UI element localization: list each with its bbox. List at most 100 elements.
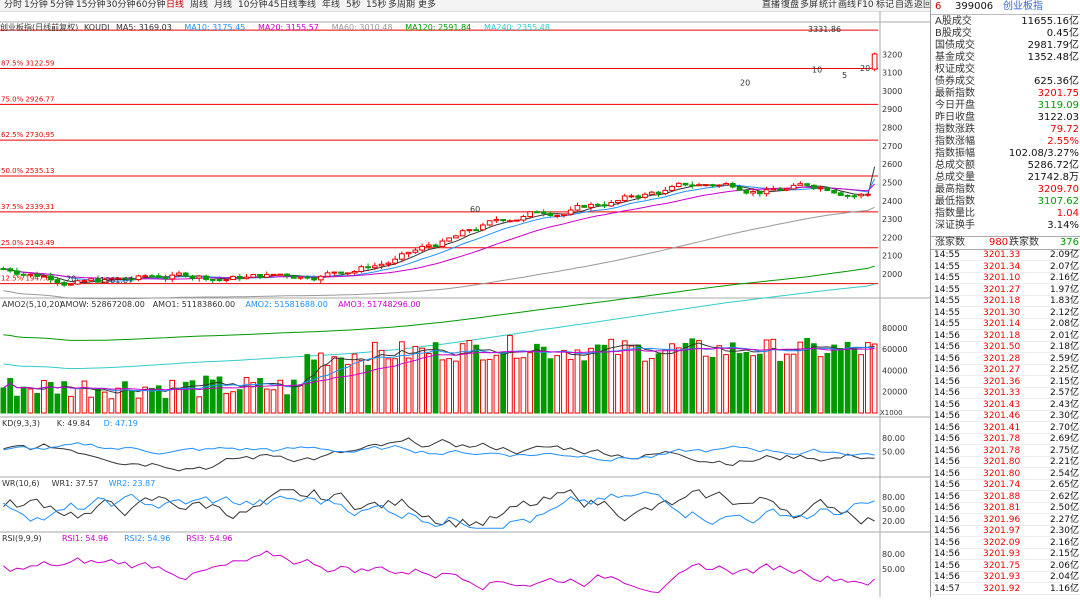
volume-bar [439,359,446,414]
candle-body [561,213,567,216]
stat-value: 79.72 [1050,124,1079,135]
candle-body [459,230,466,237]
tool-button-5[interactable]: F10 [857,0,874,11]
tick-row: 14:55 3201.27 1.97亿 [931,285,1080,296]
candle-body [223,279,230,282]
tool-button-0[interactable]: 直播 [762,0,780,11]
wr-legend-item: WR1: 37.57 [52,479,99,488]
period-tab-9[interactable]: 10分钟 [238,0,267,11]
tick-time: 14:56 [934,399,960,410]
tick-time: 14:56 [934,503,960,513]
period-tab-1[interactable]: 1分钟 [24,0,48,11]
candle-body [182,272,189,277]
period-tab-6[interactable]: 日线 [166,0,184,11]
period-tab-3[interactable]: 15分钟 [76,0,105,11]
ma-legend-item: MA20: 3155.57 [258,23,319,32]
candle-body [392,258,398,264]
period-tab-11[interactable]: 季线 [298,0,316,11]
tick-time: 14:56 [934,445,960,456]
tool-button-3[interactable]: 统计 [819,0,837,11]
candle-body [486,220,493,226]
tick-volume: 2.01亿 [1049,330,1079,341]
candle-body [263,274,270,278]
volume-bar [270,389,277,414]
period-tab-13[interactable]: 5秒 [346,0,361,11]
candle-body [155,275,162,278]
period-tab-0[interactable]: 分时 [4,0,22,11]
candle-body [189,275,196,279]
volume-bar [682,343,689,414]
tick-time: 14:56 [934,549,960,559]
tool-button-6[interactable]: 标记 [876,0,894,11]
candle-body [284,273,290,277]
tick-time: 14:55 [934,261,960,272]
stat-label: 今日开盘 [935,100,975,111]
tick-time: 14:56 [934,457,960,467]
tool-button-2[interactable]: 多屏 [800,0,818,11]
tick-volume: 2.09亿 [1049,250,1079,260]
tick-time: 14:56 [934,480,960,490]
period-tab-12[interactable]: 年线 [322,0,340,11]
rsi-legend-title: RSI(9,9,9) [2,534,42,543]
tick-time: 14:56 [934,434,960,444]
tick-row: 14:56 3202.09 2.16亿 [931,538,1080,549]
volume-bar [493,354,500,414]
tick-row: 14:56 3201.74 2.65亿 [931,480,1080,492]
tick-row: 14:56 3201.43 2.43亿 [931,400,1080,411]
candle-body [47,275,54,281]
stat-label: 指数涨幅 [935,136,975,147]
chart-area[interactable]: 3200 3100 3000 2900 2800 2700 2600 2500 2400 2300… [0,11,930,597]
stat-label: 指数量比 [935,208,975,219]
stat-label: 总成交量 [935,172,975,183]
tick-volume: 2.16亿 [1049,273,1079,283]
tick-price: 3201.30 [983,307,1021,318]
volume-bar [108,398,115,414]
tick-row: 14:56 3201.80 2.54亿 [931,469,1080,480]
candle-body [54,279,61,284]
wr-line [3,489,875,528]
tick-volume: 2.06亿 [1049,560,1079,571]
volume-bar [648,358,655,414]
ma-mark: 10 [812,66,822,75]
candle-body [378,263,385,267]
stat-value: 0.45亿 [1046,28,1079,39]
volume-bar [831,344,837,414]
y-axis-label: 2000 [882,270,902,279]
period-tab-5[interactable]: 60分钟 [136,0,165,11]
period-tab-2[interactable]: 5分钟 [50,0,74,11]
candle-body [588,203,594,208]
period-tab-15[interactable]: 多周期 [388,0,415,11]
period-tab-10[interactable]: 45日线 [268,0,297,11]
volume-bar [858,354,864,414]
tick-row: 14:56 3201.75 2.06亿 [931,561,1080,572]
stat-label: 昨日收盘 [935,112,975,123]
tool-button-1[interactable]: 復盘 [781,0,799,11]
period-tab-14[interactable]: 15秒 [366,0,386,11]
tick-price: 3201.46 [983,411,1021,421]
volume-bar [554,355,561,414]
y-axis-label: 2900 [882,105,902,114]
candle-body [797,183,804,186]
tick-time: 14:56 [934,411,960,421]
candle-body [14,270,20,275]
volume-bar [81,380,88,414]
wr-y-label: 50.00 [882,505,905,514]
volume-bar [27,388,34,414]
candle-body [196,275,203,279]
tick-price: 3201.92 [983,583,1021,594]
candle-body [635,195,642,198]
candle-body [783,188,790,191]
tool-button-7[interactable]: 自选 [895,0,913,11]
volume-bar [473,344,480,414]
period-tab-4[interactable]: 30分钟 [106,0,135,11]
candle-body [135,275,142,281]
volume-bar [574,349,581,414]
volume-bar [675,347,682,414]
tool-button-4[interactable]: 画线 [838,0,856,11]
candle-body [81,280,88,283]
period-tab-8[interactable]: 月线 [214,0,232,11]
volume-bar [534,343,540,414]
candle-body [810,184,817,189]
period-tab-7[interactable]: 周线 [190,0,208,11]
period-tab-16[interactable]: 更多 [418,0,436,11]
